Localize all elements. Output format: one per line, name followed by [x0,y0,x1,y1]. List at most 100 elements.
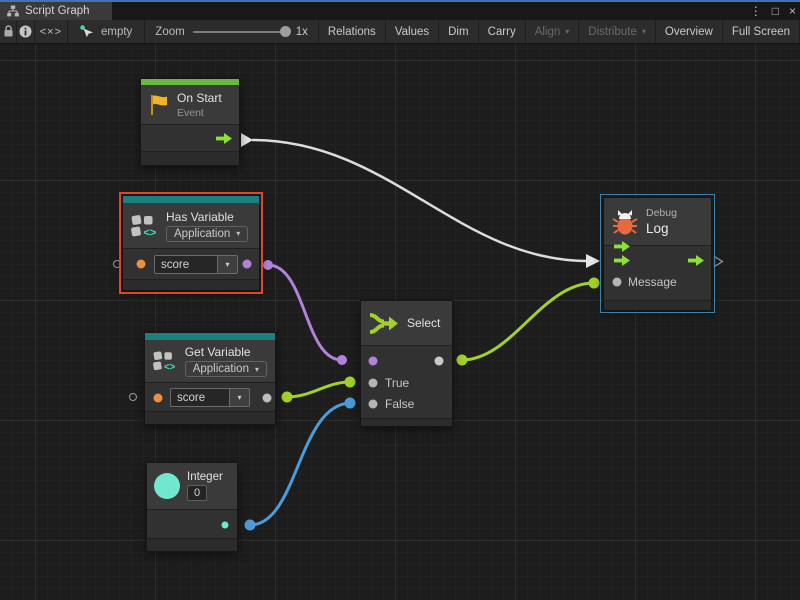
graph-toolbar: <×> empty Zoom 1x Relations Values Dim C… [0,20,800,44]
node-on-start[interactable]: On Start Event [140,78,240,166]
button-label: Distribute [588,26,637,38]
variable-scope-dropdown[interactable]: Application ▾ [166,226,248,242]
variable-name-field[interactable]: score ▾ [170,388,250,407]
button-label: Align [535,26,561,38]
true-input-port[interactable] [369,378,378,387]
scope-label: Application [193,363,249,375]
values-button[interactable]: Values [386,20,439,43]
true-port-label: True [385,376,409,390]
wire-endpoint [589,278,600,289]
wire-endpoint [263,260,273,270]
carry-button[interactable]: Carry [479,20,526,43]
zoom-slider-knob[interactable] [280,26,291,37]
node-title: Get Variable [185,345,267,359]
variable-name-value[interactable]: score [154,255,217,274]
button-label: Full Screen [732,26,790,38]
hasvariable-unconnected-input-port[interactable] [113,260,121,268]
script-graph-window: Script Graph ⋮ □ × <×> [0,0,800,600]
distribute-button[interactable]: Distribute▾ [579,20,656,43]
name-input-port[interactable] [154,393,163,402]
variable-name-dropdown-button[interactable]: ▾ [229,388,250,407]
variables-icon: <> [131,214,158,238]
flow-output-port[interactable] [216,133,232,144]
button-label: Values [395,26,429,38]
node-integer[interactable]: Integer 0 [146,462,238,552]
zoom-control: Zoom 1x [145,20,319,43]
variable-name-field[interactable]: score ▾ [154,255,238,274]
integer-value-field[interactable]: 0 [187,485,207,501]
node-get-variable[interactable]: <> Get Variable Application ▾ score ▾ [144,332,276,425]
name-input-port[interactable] [137,260,146,269]
titlebar: Script Graph ⋮ □ × [0,0,800,20]
info-icon [19,25,32,38]
wire-endpoint [345,398,356,409]
maximize-button[interactable]: □ [772,2,779,20]
wire-end-arrow [586,254,600,268]
button-label: Dim [448,26,468,38]
wire-hasvariable-to-select[interactable] [268,265,342,360]
code-preview-button[interactable]: <×> [35,20,68,43]
zoom-slider[interactable] [193,31,288,33]
wire-endpoint [457,355,468,366]
message-input-port[interactable] [613,278,622,287]
info-button[interactable] [17,20,34,43]
node-footer [141,152,239,165]
dim-button[interactable]: Dim [439,20,478,43]
tab-script-graph[interactable]: Script Graph [0,2,112,20]
chevron-down-icon: ▾ [255,365,259,374]
bool-output-port[interactable] [243,260,252,269]
graph-canvas[interactable]: On Start Event <> [0,44,800,600]
node-footer [147,539,237,551]
node-subtitle: Event [177,107,222,119]
node-title: Integer [187,471,223,483]
close-button[interactable]: × [789,2,796,20]
variable-name-dropdown-button[interactable]: ▾ [217,255,238,274]
node-title: Select [407,316,440,330]
node-title: Has Variable [166,210,248,224]
chevron-down-icon: ▾ [237,393,241,402]
wire-getvariable-to-select-true[interactable] [287,382,350,397]
relations-button[interactable]: Relations [319,20,386,43]
variables-icon: <> [153,349,177,373]
node-footer [361,419,452,426]
variable-color-bar [145,333,275,340]
integer-output-port[interactable] [222,521,229,528]
wire-endpoint [245,520,256,531]
variable-color-bar [123,196,259,203]
scope-label: Application [174,228,230,240]
integer-icon [154,473,180,499]
node-has-variable[interactable]: <> Has Variable Application ▾ score ▾ [122,195,260,291]
log-unconnected-flow-output[interactable] [713,255,724,268]
getvariable-unconnected-input-port[interactable] [129,393,137,401]
chevron-down-icon: ▾ [225,260,229,269]
wire-start-triangle [241,133,253,147]
button-label: Relations [328,26,376,38]
false-input-port[interactable] [369,400,378,409]
flow-input-port[interactable] [614,241,630,252]
select-icon [369,311,399,336]
graph-pointer-icon [80,25,95,38]
overview-button[interactable]: Overview [656,20,723,43]
node-debug-log[interactable]: Debug Log Message [603,197,712,310]
lock-icon [3,25,14,38]
align-button[interactable]: Align▾ [526,20,580,43]
selection-output-port[interactable] [435,357,444,366]
wire-onstart-to-log[interactable] [252,140,588,261]
wire-select-to-log-message[interactable] [462,283,594,360]
node-footer [145,412,275,424]
condition-input-port[interactable] [369,357,378,366]
button-label: Carry [488,26,516,38]
window-menu-button[interactable]: ⋮ [750,2,762,20]
variable-scope-dropdown[interactable]: Application ▾ [185,361,267,377]
variable-name-value[interactable]: score [170,388,229,407]
selection-status: empty [101,26,132,38]
message-port-label: Message [628,275,677,289]
flow-input-port[interactable] [614,255,630,266]
fullscreen-button[interactable]: Full Screen [723,20,800,43]
node-select[interactable]: Select True False [360,300,453,427]
zoom-value: 1x [296,26,308,38]
lock-button[interactable] [0,20,17,43]
chevron-down-icon: ▾ [236,229,240,238]
flow-output-port[interactable] [688,255,704,266]
value-output-port[interactable] [263,393,272,402]
